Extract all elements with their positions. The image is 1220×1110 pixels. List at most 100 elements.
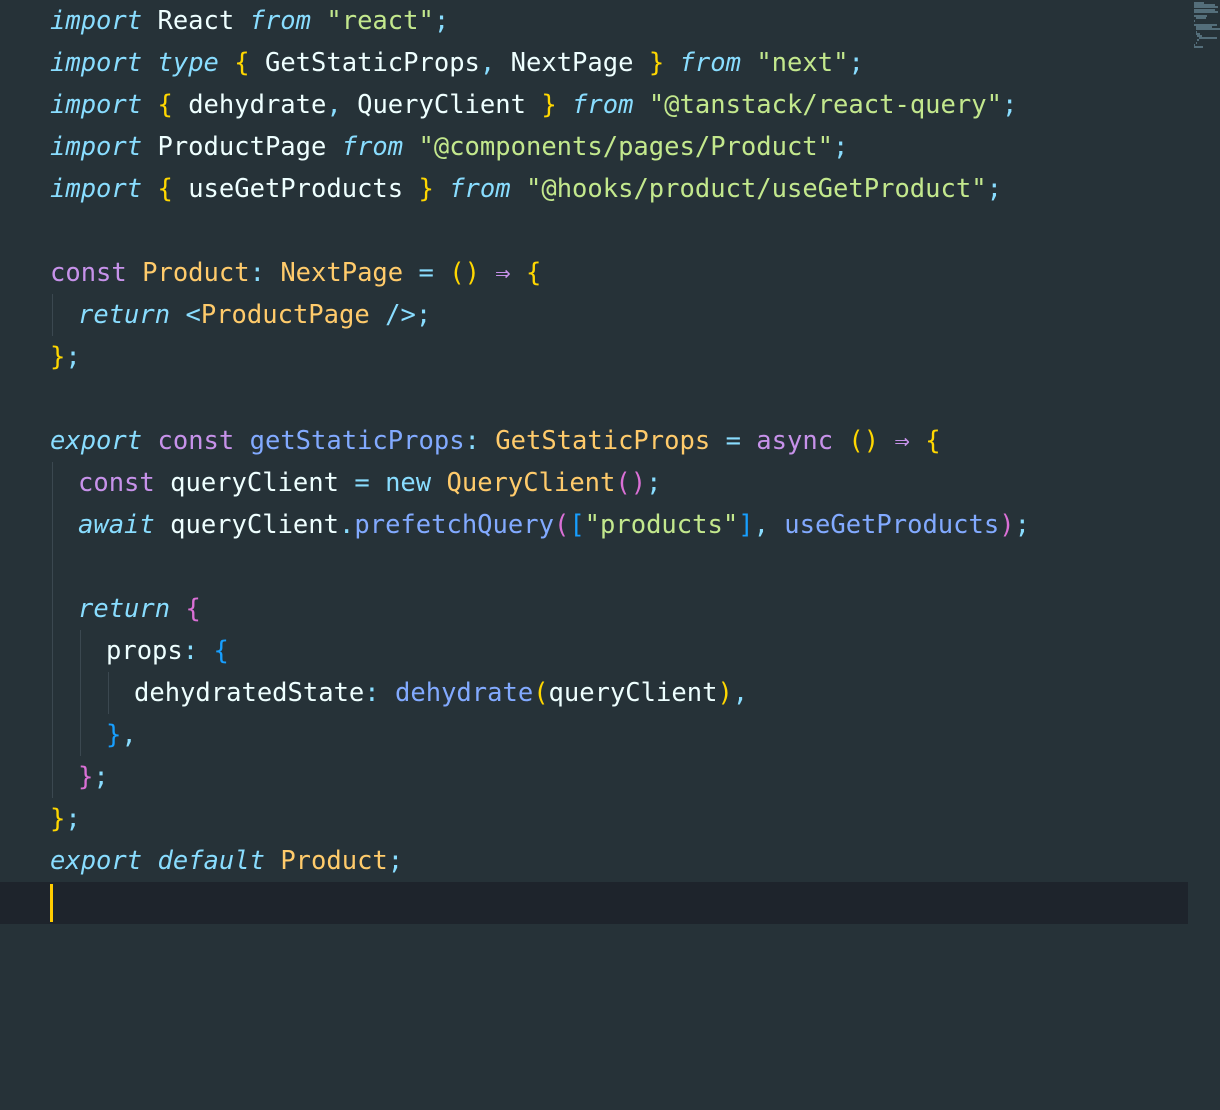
- code-line[interactable]: export const getStaticProps: GetStaticPr…: [0, 420, 1190, 462]
- code-token: }: [541, 90, 557, 120]
- code-token: ): [717, 678, 733, 708]
- code-token: ;: [65, 342, 81, 372]
- code-token: ;: [833, 132, 849, 162]
- code-token: "products": [584, 510, 739, 540]
- code-line[interactable]: import type { GetStaticProps, NextPage }…: [0, 42, 1190, 84]
- code-token: ;: [848, 48, 864, 78]
- code-token: NextPage: [495, 48, 649, 78]
- minimap-line: [1194, 46, 1204, 48]
- code-token: ,: [753, 510, 769, 540]
- code-token: await: [78, 510, 155, 540]
- code-token: GetStaticProps: [495, 426, 711, 456]
- code-token: prefetchQuery: [354, 510, 554, 540]
- code-line[interactable]: const Product: NextPage = () ⇒ {: [0, 252, 1190, 294]
- code-token: import: [50, 90, 143, 120]
- code-token: import: [50, 174, 143, 204]
- code-line[interactable]: await queryClient.prefetchQuery(["produc…: [0, 504, 1190, 546]
- code-token: import: [50, 132, 143, 162]
- code-token: dehydrate: [395, 678, 534, 708]
- minimap-line: [1195, 28, 1220, 31]
- code-line[interactable]: [0, 210, 1190, 252]
- code-token: (): [449, 258, 480, 288]
- text-cursor: [50, 884, 53, 922]
- code-token: queryClient: [548, 678, 718, 708]
- code-line[interactable]: export default Product;: [0, 840, 1190, 882]
- code-token: .: [339, 510, 355, 540]
- code-token: useGetProducts: [784, 510, 1000, 540]
- code-line[interactable]: },: [0, 714, 1190, 756]
- code-line[interactable]: const queryClient = new QueryClient();: [0, 462, 1190, 504]
- code-line[interactable]: import { useGetProducts } from "@hooks/p…: [0, 168, 1190, 210]
- code-token: ;: [1001, 90, 1018, 120]
- code-token: =: [418, 258, 434, 288]
- code-token: :: [182, 636, 199, 666]
- indent-guide: [52, 462, 53, 504]
- code-token: {: [234, 48, 250, 78]
- code-line[interactable]: return {: [0, 588, 1190, 630]
- code-token: {: [925, 426, 941, 456]
- code-line[interactable]: dehydratedState: dehydrate(queryClient),: [0, 672, 1190, 714]
- code-line[interactable]: };: [0, 756, 1190, 798]
- minimap-line: [1197, 39, 1200, 42]
- indent-guide: [52, 546, 53, 588]
- code-token: React: [142, 6, 250, 36]
- current-line[interactable]: [0, 882, 1188, 924]
- code-token: ;: [387, 846, 404, 876]
- code-token: queryClient: [154, 468, 355, 498]
- code-token: "react": [326, 6, 434, 36]
- code-token: Product: [142, 258, 250, 288]
- code-token: />: [385, 300, 416, 330]
- code-line[interactable]: return <ProductPage />;: [0, 294, 1190, 336]
- code-token: }: [50, 342, 66, 372]
- code-token: ;: [93, 762, 109, 792]
- code-token: Product: [280, 846, 388, 876]
- code-line[interactable]: import React from "react";: [0, 0, 1190, 42]
- code-line[interactable]: };: [0, 798, 1190, 840]
- code-token: {: [157, 174, 173, 204]
- code-token: return: [78, 594, 171, 624]
- minimap[interactable]: [1194, 2, 1220, 50]
- code-area[interactable]: import React from "react"; import type { …: [0, 0, 1190, 924]
- code-token: export: [50, 846, 143, 876]
- code-line[interactable]: import { dehydrate, QueryClient } from "…: [0, 84, 1190, 126]
- code-editor[interactable]: import React from "react"; import type { …: [0, 0, 1220, 1110]
- code-line[interactable]: [0, 378, 1190, 420]
- code-token: from: [341, 132, 404, 162]
- code-token: from: [679, 48, 741, 78]
- code-line[interactable]: props: {: [0, 630, 1190, 672]
- indent-guide: [52, 294, 53, 336]
- code-token: (: [533, 678, 549, 708]
- code-line[interactable]: import ProductPage from "@components/pag…: [0, 126, 1190, 168]
- code-token: NextPage: [280, 258, 404, 288]
- code-token: =: [725, 426, 741, 456]
- code-line[interactable]: };: [0, 336, 1190, 378]
- code-token: GetStaticProps: [249, 48, 480, 78]
- code-token: :: [364, 678, 380, 708]
- code-line[interactable]: [0, 546, 1190, 588]
- code-token: :: [249, 258, 265, 288]
- code-token: [: [569, 510, 585, 540]
- code-token: (: [553, 510, 570, 540]
- code-token: const: [50, 258, 127, 288]
- code-token: const: [78, 468, 155, 498]
- indent-guide: [52, 672, 53, 714]
- code-token: QueryClient: [446, 468, 616, 498]
- code-token: {: [526, 258, 542, 288]
